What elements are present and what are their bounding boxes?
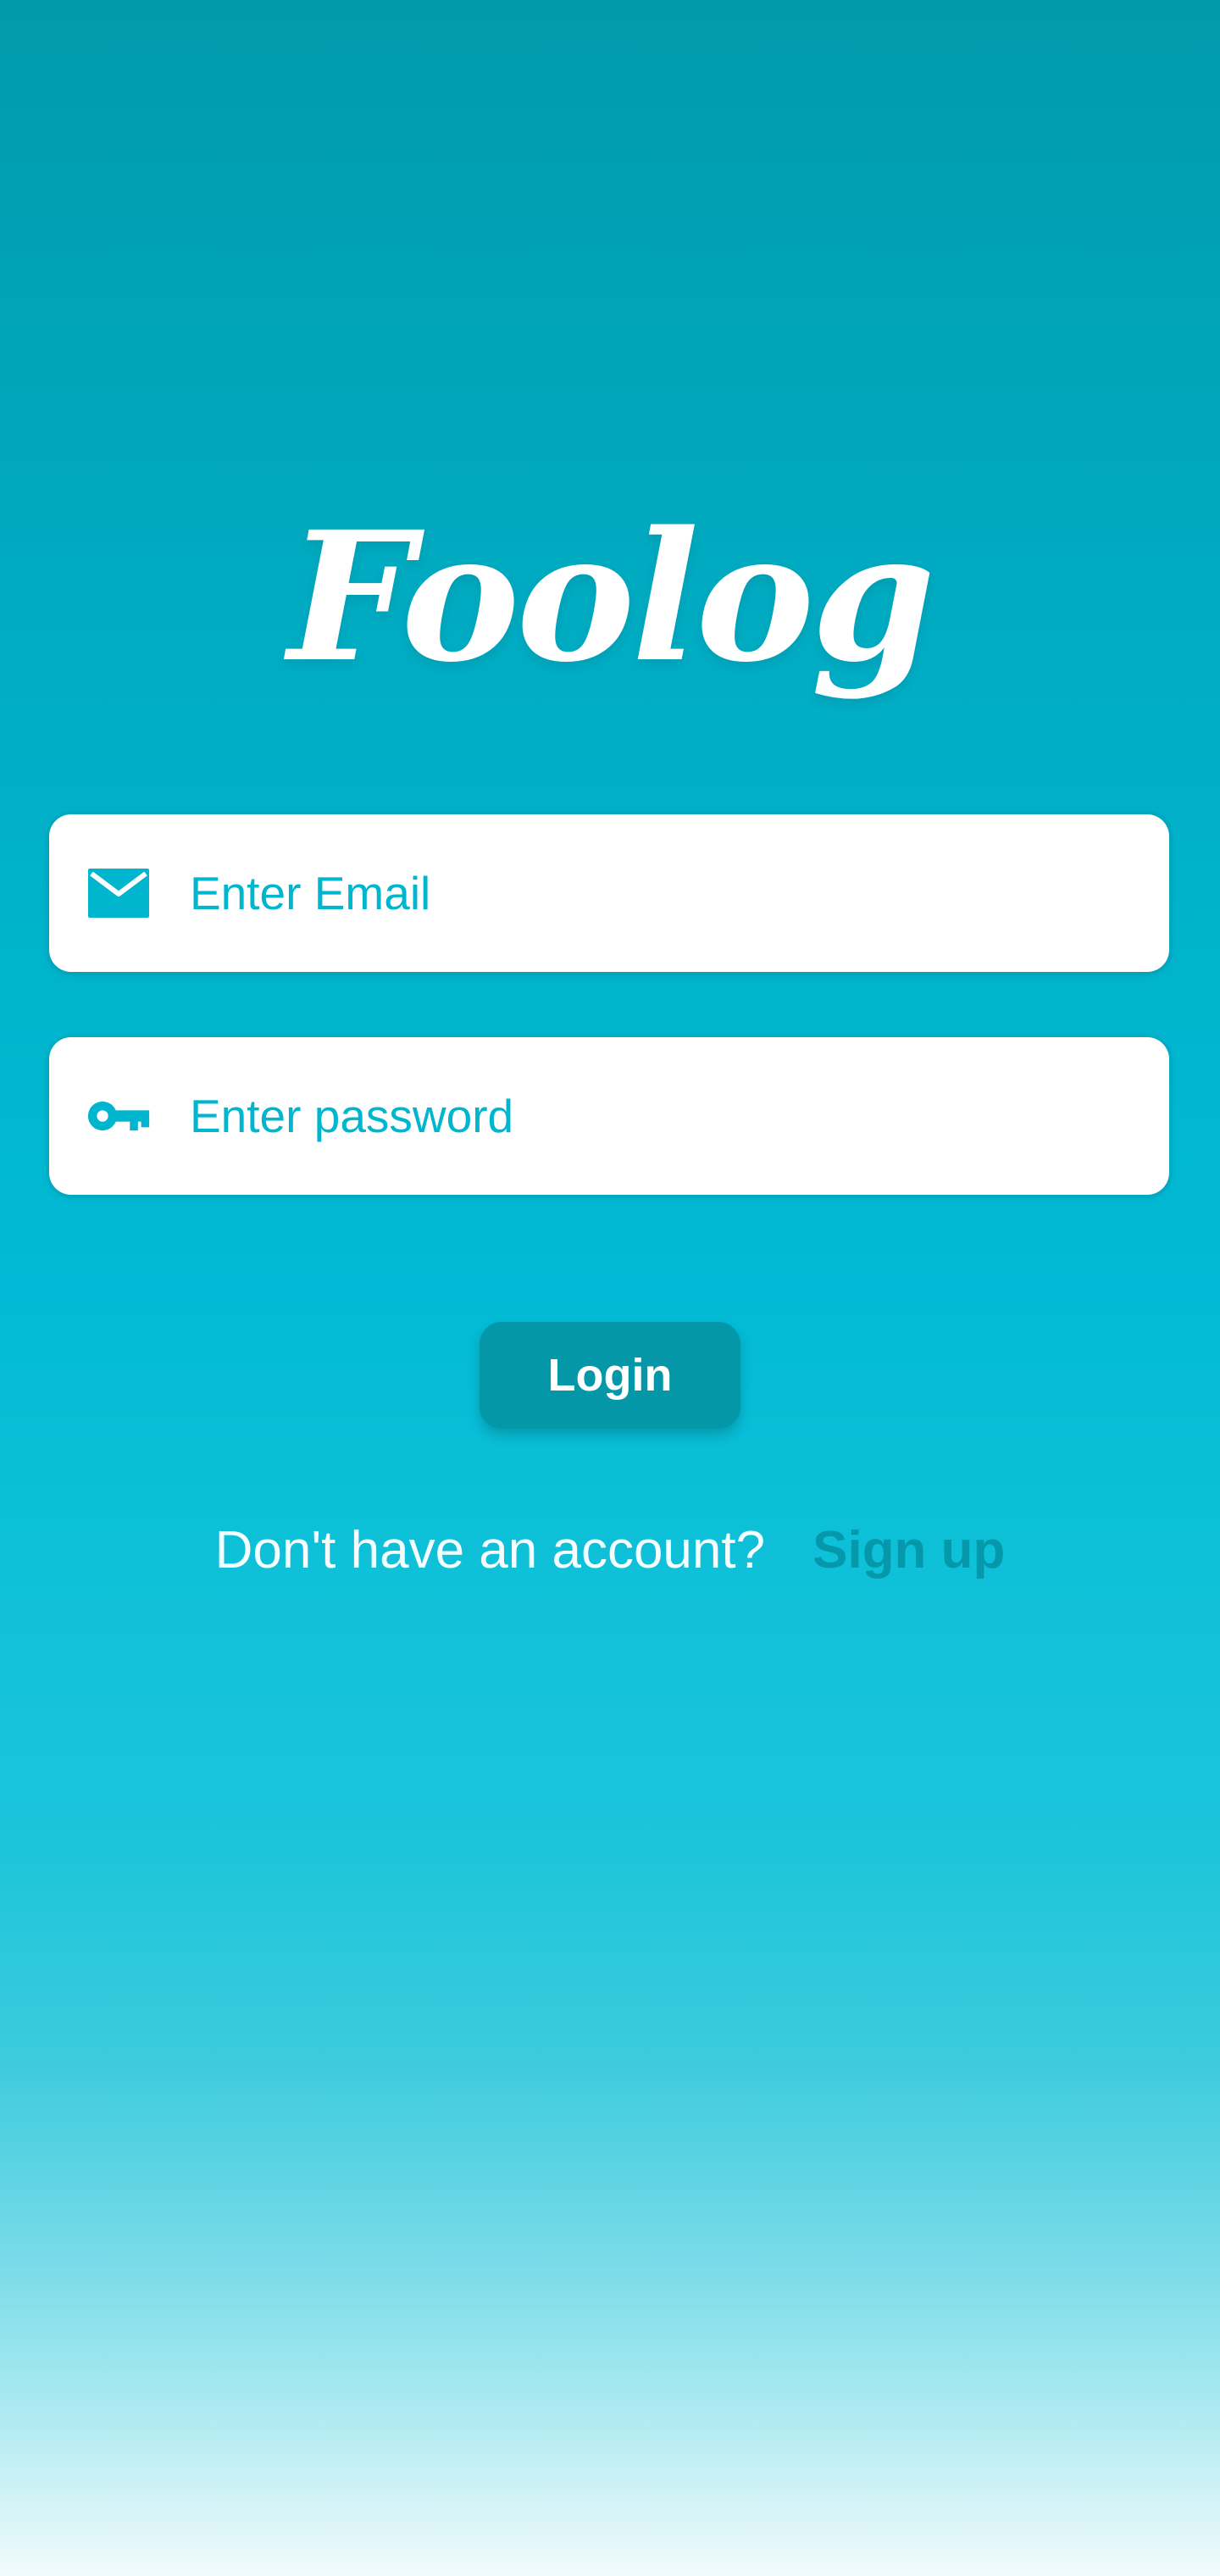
password-field-container[interactable] (49, 1037, 1169, 1195)
mail-icon (86, 861, 151, 925)
email-field-container[interactable] (49, 814, 1169, 972)
signup-prompt: Don't have an account? Sign up (0, 1517, 1220, 1585)
login-button[interactable]: Login (480, 1322, 740, 1429)
key-icon (86, 1084, 151, 1148)
app-logo: Foolog (287, 492, 935, 702)
signup-question: Don't have an account? (214, 1521, 766, 1579)
login-screen: Foolog Login Don't have an account? Sign … (0, 0, 1220, 2576)
email-input[interactable] (190, 814, 1122, 972)
password-input[interactable] (190, 1037, 1122, 1195)
signup-link[interactable]: Sign up (812, 1521, 1005, 1579)
